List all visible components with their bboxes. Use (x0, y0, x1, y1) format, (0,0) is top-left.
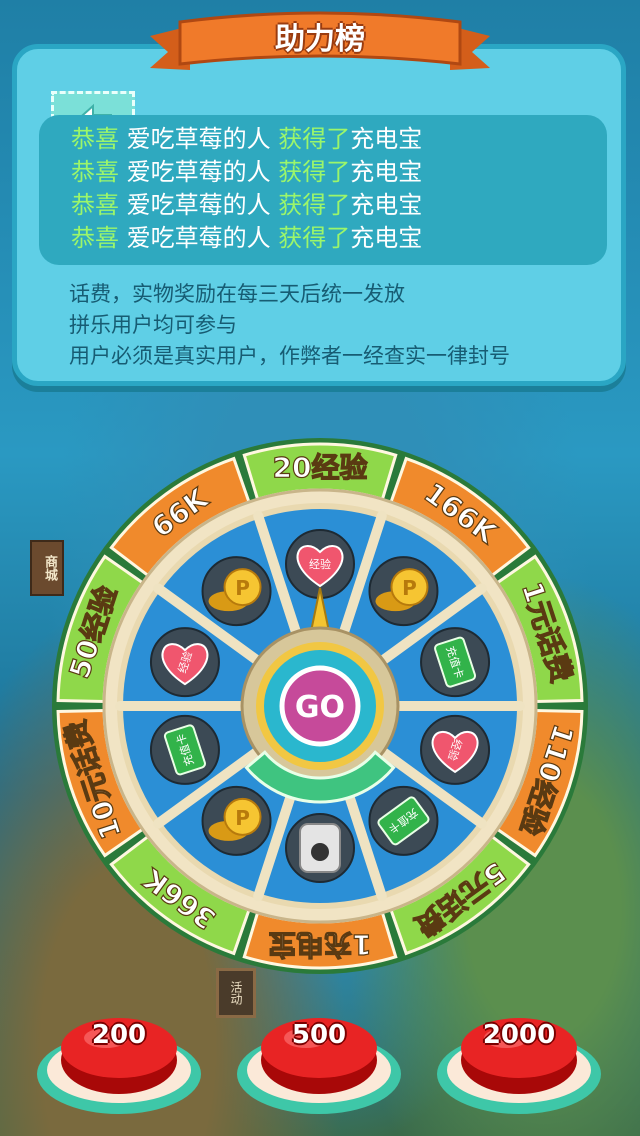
rule-line: 话费，实物奖励在每三天后统一发放 (69, 282, 405, 306)
winner-name: 爱吃草莓的人 (126, 224, 271, 252)
winner-name: 爱吃草莓的人 (126, 158, 271, 186)
winner-prize: 充电宝 (350, 191, 423, 219)
winner-name: 爱吃草莓的人 (126, 191, 271, 219)
wheel-segment-label: 20经验 (273, 451, 368, 484)
winner-prize: 充电宝 (350, 224, 423, 252)
go-label: GO (295, 690, 345, 725)
winner-action: 获得了 (278, 158, 351, 186)
page-title: 助力榜 (275, 22, 365, 57)
coin-letter: P (235, 806, 250, 830)
power-bank-face (311, 843, 329, 861)
winner-action: 获得了 (278, 224, 351, 252)
winner-row: 恭喜 爱吃草莓的人 获得了充电宝 (71, 189, 607, 222)
wheel-segment-label: 1充电宝 (268, 928, 371, 961)
winner-action: 获得了 (278, 191, 351, 219)
winner-name: 爱吃草莓的人 (126, 125, 271, 153)
rule-line: 用户必须是真实用户，作弊者一经查实一律封号 (69, 344, 510, 368)
title-ribbon: 助力榜 (150, 8, 490, 78)
winner-row: 恭喜 爱吃草莓的人 获得了充电宝 (71, 123, 607, 156)
button-label: 2000 (482, 1020, 556, 1050)
spin-500-button[interactable]: 500 (234, 1008, 404, 1118)
winner-prize: 充电宝 (350, 125, 423, 153)
rules-text: 话费，实物奖励在每三天后统一发放 拼乐用户均可参与 用户必须是真实用户，作弊者一… (69, 279, 510, 372)
wheel-svg: 经验P充值卡经验充值卡P充值卡经验P20经验166K1元话费110经验5元话费1… (52, 438, 588, 974)
winner-row: 恭喜 爱吃草莓的人 获得了充电宝 (71, 222, 607, 255)
prize-wheel[interactable]: 经验 P 充值卡 经验 充值卡 P 充值卡 经验 P 20经验 166K 1元话费 110经验 5元话费 1… (48, 434, 592, 978)
winner-list: 恭喜 爱吃草莓的人 获得了充电宝 恭喜 爱吃草莓的人 获得了充电宝 恭喜 爱吃草… (39, 115, 607, 265)
winner-prefix: 恭喜 (71, 191, 119, 219)
winner-prefix: 恭喜 (71, 125, 119, 153)
button-label: 200 (91, 1020, 147, 1050)
coin-letter: P (235, 576, 250, 600)
button-label: 500 (291, 1020, 347, 1050)
winner-action: 获得了 (278, 125, 351, 153)
winner-row: 恭喜 爱吃草莓的人 获得了充电宝 (71, 156, 607, 189)
winner-prefix: 恭喜 (71, 224, 119, 252)
prize-icon-text: 经验 (309, 557, 331, 571)
coin-letter: P (402, 576, 417, 600)
spin-200-button[interactable]: 200 (34, 1008, 204, 1118)
winner-prize: 充电宝 (350, 158, 423, 186)
leaderboard-panel: 恭喜 爱吃草莓的人 获得了充电宝 恭喜 爱吃草莓的人 获得了充电宝 恭喜 爱吃草… (12, 44, 626, 386)
spin-2000-button[interactable]: 2000 (434, 1008, 604, 1118)
rule-line: 拼乐用户均可参与 (69, 313, 237, 337)
winner-prefix: 恭喜 (71, 158, 119, 186)
